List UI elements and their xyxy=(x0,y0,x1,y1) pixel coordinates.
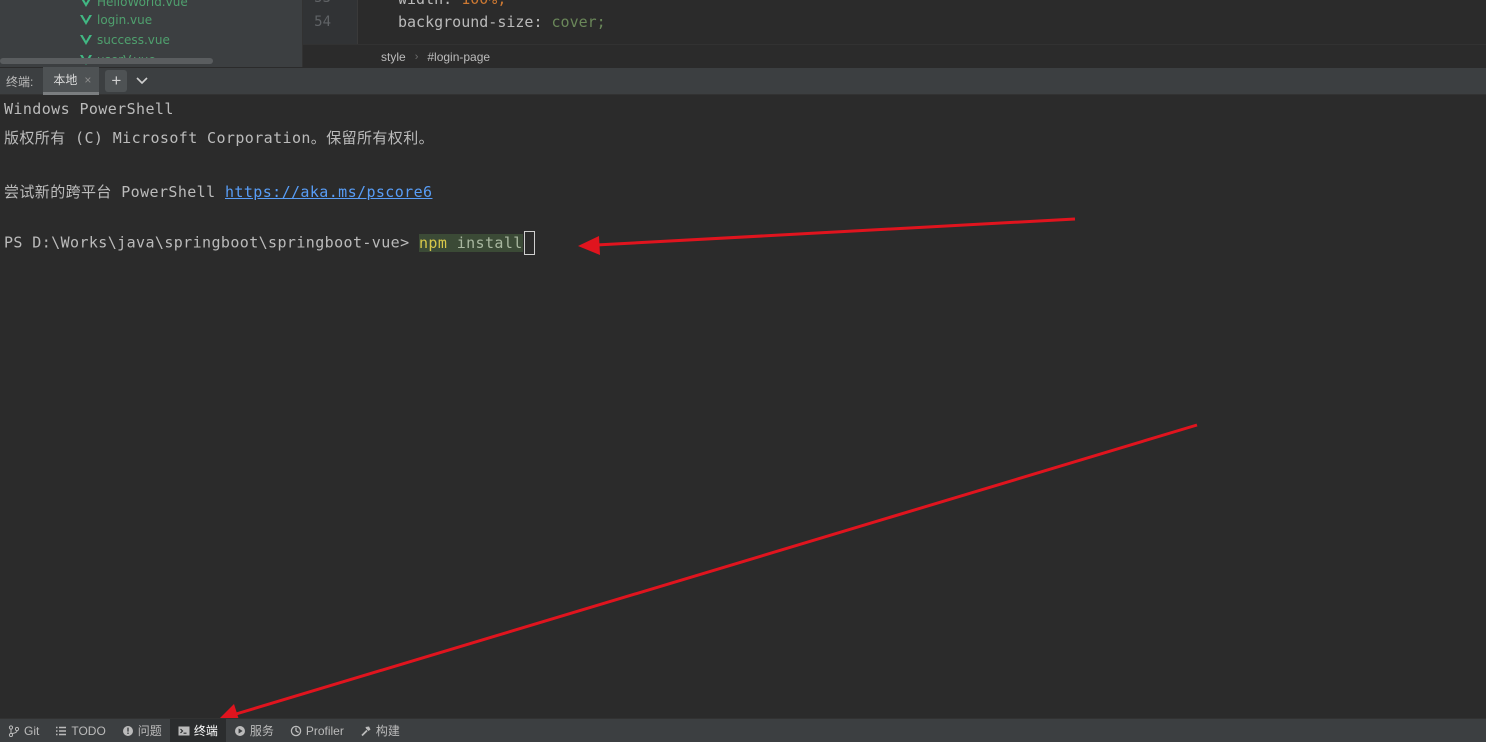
line-number: 53 xyxy=(314,0,331,6)
list-icon xyxy=(56,726,67,735)
info-circle-icon xyxy=(122,725,133,736)
tool-git[interactable]: Git xyxy=(0,719,47,742)
code-property: background-size: xyxy=(398,13,552,31)
chevron-down-icon[interactable] xyxy=(133,72,151,90)
terminal-output[interactable]: Windows PowerShell 版权所有 (C) Microsoft Co… xyxy=(0,95,1486,718)
code-line: width: 100%; xyxy=(398,0,506,8)
tool-build[interactable]: 构建 xyxy=(352,719,408,742)
tool-label: 问题 xyxy=(137,724,162,738)
command-npm: npm xyxy=(418,233,448,252)
tool-profiler[interactable]: Profiler xyxy=(282,719,352,742)
command-arg: install xyxy=(447,233,523,252)
tab-local[interactable]: 本地 × xyxy=(43,67,100,95)
command-input[interactable]: npm install xyxy=(418,233,523,252)
tool-terminal[interactable]: 终端 xyxy=(169,718,226,742)
breadcrumb-item-style[interactable]: style xyxy=(381,50,406,64)
hammer-icon xyxy=(361,726,371,736)
terminal-icon xyxy=(178,726,190,735)
terminal-label: 终端: xyxy=(6,74,34,89)
breadcrumb-item-login-page[interactable]: #login-page xyxy=(427,50,490,64)
tool-label: Git xyxy=(24,723,40,738)
profiler-icon xyxy=(290,725,302,736)
code-value: cover; xyxy=(551,13,606,31)
tool-todo[interactable]: TODO xyxy=(47,719,113,742)
tree-horizontal-scrollbar[interactable] xyxy=(0,58,213,64)
breadcrumb: style › #login-page xyxy=(303,44,1486,68)
code-editor[interactable]: 53 54 width: 100%; background-size: cove… xyxy=(303,0,1486,44)
play-circle-icon xyxy=(234,725,245,736)
terminal-prompt-line: PS D:\Works\java\springboot\springboot-v… xyxy=(4,231,535,255)
terminal-line: Windows PowerShell xyxy=(4,100,174,118)
tree-item-success[interactable]: success.vue xyxy=(80,30,170,50)
terminal-line: 版权所有 (C) Microsoft Corporation。保留所有权利。 xyxy=(4,129,435,147)
code-line: background-size: cover; xyxy=(398,13,606,31)
git-branch-icon xyxy=(8,724,20,737)
tree-item-label: login.vue xyxy=(97,13,153,27)
tool-label: 终端 xyxy=(193,724,218,738)
line-gutter: 53 54 xyxy=(303,0,358,44)
tree-item-label: success.vue xyxy=(97,33,170,47)
terminal-line: 尝试新的跨平台 PowerShell https://aka.ms/pscore… xyxy=(4,181,432,202)
tab-label: 本地 xyxy=(53,73,78,87)
tool-services[interactable]: 服务 xyxy=(226,719,282,742)
vue-file-icon xyxy=(81,0,91,7)
pscore-link[interactable]: https://aka.ms/pscore6 xyxy=(225,183,432,201)
code-value: 100%; xyxy=(461,0,506,8)
tool-label: 构建 xyxy=(375,724,400,738)
close-icon[interactable]: × xyxy=(84,73,91,87)
tree-item-login[interactable]: login.vue xyxy=(80,10,152,30)
code-property: width: xyxy=(398,0,461,8)
terminal-tab-bar: 终端: 本地 × + xyxy=(0,67,1486,95)
terminal-prompt: PS D:\Works\java\springboot\springboot-v… xyxy=(4,233,419,252)
line-number: 54 xyxy=(314,14,331,30)
terminal-text: 尝试新的跨平台 PowerShell xyxy=(4,183,225,201)
chevron-right-icon: › xyxy=(414,50,419,63)
bottom-tool-window-bar: Git TODO 问题 终端 服务 Profiler 构建 xyxy=(0,718,1486,742)
tool-label: 服务 xyxy=(249,724,274,738)
text-cursor xyxy=(523,231,535,255)
tree-item-label: HelloWorld.vue xyxy=(97,0,188,9)
tool-problems[interactable]: 问题 xyxy=(114,719,170,742)
tool-label: Profiler xyxy=(305,723,344,738)
tool-label: TODO xyxy=(71,723,106,738)
vue-file-icon xyxy=(80,15,92,25)
new-terminal-button[interactable]: + xyxy=(105,70,128,92)
vue-file-icon xyxy=(80,35,92,45)
project-tree-panel: HelloWorld.vue login.vue success.vue use… xyxy=(0,0,303,67)
